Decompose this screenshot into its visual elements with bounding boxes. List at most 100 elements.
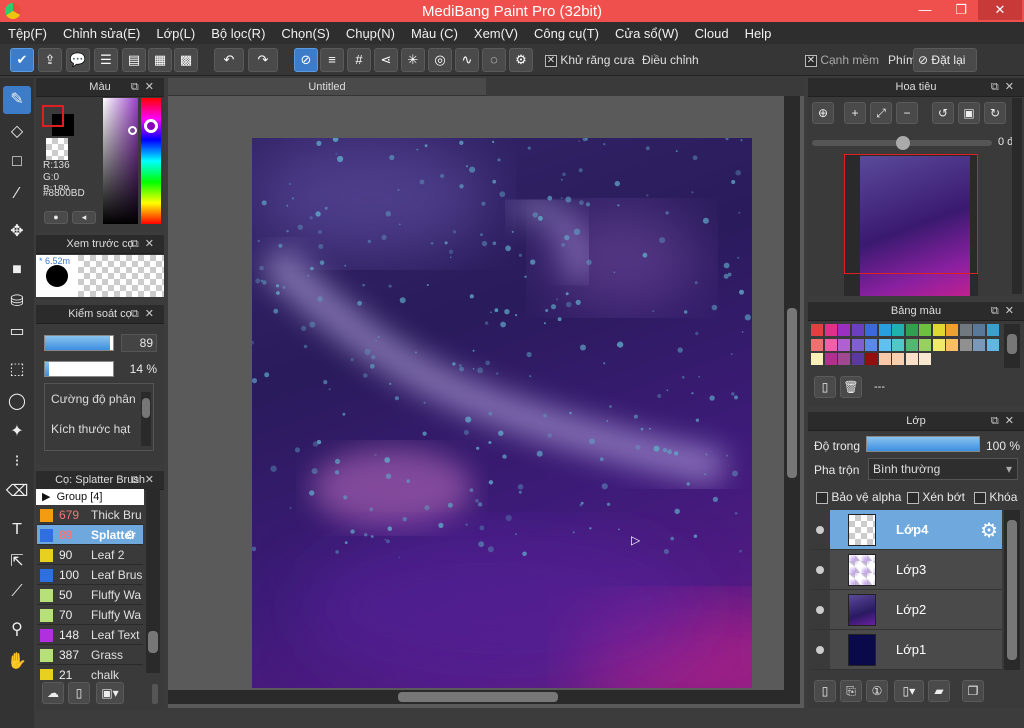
- antialias-checkbox[interactable]: ✕ Khử răng cưa: [545, 53, 634, 67]
- menu-snap[interactable]: Chụp(N): [338, 26, 403, 41]
- palette-swatch[interactable]: [878, 338, 891, 351]
- fill-rect-tool-icon[interactable]: ■: [3, 256, 31, 284]
- panel-layout-icon[interactable]: ▦: [148, 48, 172, 72]
- protect-alpha-checkbox[interactable]: Bảo vệ alpha: [816, 490, 901, 504]
- primary-color-swatch[interactable]: [42, 105, 64, 127]
- layer-new-icon[interactable]: ▯: [814, 680, 836, 702]
- palette-swatch[interactable]: [919, 338, 931, 351]
- palette-swatch[interactable]: [865, 338, 877, 351]
- palette-swatch[interactable]: [824, 338, 837, 351]
- panel-controls-icon[interactable]: ⧉✕: [131, 78, 160, 97]
- brush-item[interactable]: 89 Splatter ⚙: [37, 525, 143, 545]
- operation-tool-icon[interactable]: ⇱: [3, 548, 31, 576]
- brush-options-scrollbar[interactable]: [141, 392, 151, 446]
- menu-color[interactable]: Màu (C): [403, 26, 466, 41]
- zoom-out-icon[interactable]: −: [896, 102, 918, 124]
- brush-cloud-icon[interactable]: ☁: [42, 682, 64, 704]
- eyedropper-tool-icon[interactable]: ⚲: [3, 616, 31, 644]
- palette-swatch[interactable]: [973, 324, 985, 336]
- layer-new-halftone-icon[interactable]: ⎘: [840, 680, 862, 702]
- cloud-sync-icon[interactable]: ✔: [10, 48, 34, 72]
- rectangle-tool-icon[interactable]: □: [3, 148, 31, 176]
- brush-size-slider[interactable]: [44, 335, 114, 351]
- redo-button[interactable]: ↷: [248, 48, 278, 72]
- layer-new-1bit-icon[interactable]: ①: [866, 680, 888, 702]
- layer-visibility-toggle[interactable]: [810, 590, 830, 630]
- brush-option-density[interactable]: Cường độ phân: [51, 392, 136, 406]
- layers-scrollbar[interactable]: [1004, 510, 1020, 670]
- brush-item[interactable]: 90 Leaf 2: [37, 545, 143, 565]
- undo-button[interactable]: ↶: [214, 48, 244, 72]
- palette-new-icon[interactable]: ▯: [814, 376, 836, 398]
- brush-item[interactable]: 70 Fluffy Wa: [37, 605, 143, 625]
- menu-edit[interactable]: Chỉnh sửa(E): [55, 26, 148, 41]
- zoom-fit-icon[interactable]: ⊕: [812, 102, 834, 124]
- select-rect-icon[interactable]: ⬚: [3, 356, 31, 384]
- menu-window[interactable]: Cửa sổ(W): [607, 26, 687, 41]
- palette-swatch[interactable]: [811, 324, 823, 336]
- menu-layer[interactable]: Lớp(L): [148, 26, 203, 41]
- layer-add-menu-icon[interactable]: ▯▾: [894, 680, 924, 702]
- brush-item[interactable]: 50 Fluffy Wa: [37, 585, 143, 605]
- lock-checkbox[interactable]: Khóa: [974, 490, 1017, 504]
- palette-swatch[interactable]: [892, 353, 904, 365]
- document-icon[interactable]: ▤: [122, 48, 146, 72]
- palette-swatch[interactable]: [878, 353, 891, 365]
- panel-controls-icon[interactable]: ⧉✕: [991, 78, 1020, 97]
- navigator-viewport-frame[interactable]: [844, 154, 978, 274]
- menu-help[interactable]: Help: [737, 26, 780, 41]
- palette-scrollbar[interactable]: [1004, 324, 1020, 368]
- clipping-checkbox[interactable]: Xén bớt: [907, 490, 965, 504]
- brush-option-particle-size[interactable]: Kích thước hạt: [51, 422, 130, 436]
- panel-controls-icon[interactable]: ⧉✕: [131, 305, 160, 324]
- zoom-actual-icon[interactable]: ⤢: [870, 102, 892, 124]
- snap-circle-icon[interactable]: ◎: [428, 48, 452, 72]
- layer-folder-icon[interactable]: ▰: [928, 680, 950, 702]
- soft-edge-checkbox[interactable]: ✕ Cạnh mềm: [805, 53, 879, 67]
- palette-swatch[interactable]: [905, 353, 918, 365]
- menu-select[interactable]: Chọn(S): [273, 26, 337, 41]
- snap-curve-icon[interactable]: ∿: [455, 48, 479, 72]
- layer-row[interactable]: Lớp1: [830, 630, 1002, 670]
- canvas-vertical-scrollbar[interactable]: [784, 96, 800, 692]
- select-pen-icon[interactable]: ⁝: [3, 448, 31, 476]
- snap-parallel-icon[interactable]: ≡: [320, 48, 344, 72]
- scrollbar-thumb[interactable]: [787, 308, 797, 478]
- rotate-left-icon[interactable]: ↺: [932, 102, 954, 124]
- panel-controls-icon[interactable]: ⧉✕: [131, 235, 160, 254]
- brush-tool-icon[interactable]: ✎: [3, 86, 31, 114]
- restore-button[interactable]: ❐: [946, 0, 976, 20]
- scrollbar-thumb[interactable]: [398, 692, 558, 702]
- palette-swatch[interactable]: [919, 353, 931, 365]
- snap-off-icon[interactable]: ⊘: [294, 48, 318, 72]
- palette-swatch[interactable]: [986, 324, 999, 336]
- menu-view[interactable]: Xem(V): [466, 26, 526, 41]
- palette-swatch[interactable]: [851, 338, 864, 351]
- color-history-icon[interactable]: ◂: [72, 211, 96, 224]
- palette-swatch[interactable]: [851, 324, 864, 336]
- palette-swatch[interactable]: [905, 338, 918, 351]
- divide-tool-icon[interactable]: ⟋: [3, 578, 31, 606]
- menu-file[interactable]: Tệp(F): [0, 26, 55, 41]
- blend-mode-dropdown[interactable]: Bình thường ▾: [868, 458, 1018, 480]
- minimize-button[interactable]: —: [910, 0, 940, 20]
- brush-opacity-slider[interactable]: [44, 361, 114, 377]
- snap-settings-icon[interactable]: ⚙: [509, 48, 533, 72]
- snap-grid-icon[interactable]: #: [347, 48, 371, 72]
- palette-swatch[interactable]: [946, 338, 958, 351]
- layer-visibility-toggle[interactable]: [810, 510, 830, 550]
- select-eraser-icon[interactable]: ⌫: [3, 478, 31, 506]
- snap-perspective-icon[interactable]: ⋖: [374, 48, 398, 72]
- text-tool-icon[interactable]: T: [3, 516, 31, 544]
- palette-swatch[interactable]: [946, 324, 958, 336]
- layer-row[interactable]: Lớp4 ⚙: [830, 510, 1002, 550]
- palette-swatch[interactable]: [838, 338, 850, 351]
- panel-controls-icon[interactable]: ⧉✕: [131, 471, 160, 490]
- saturation-value-picker[interactable]: [103, 98, 138, 224]
- palette-swatch[interactable]: [892, 324, 904, 336]
- palette-swatch[interactable]: [865, 324, 877, 336]
- artwork-canvas[interactable]: [252, 138, 752, 688]
- palette-swatch[interactable]: [932, 338, 945, 351]
- navigator-thumbnail[interactable]: [844, 154, 978, 296]
- lasso-tool-icon[interactable]: ◯: [3, 388, 31, 416]
